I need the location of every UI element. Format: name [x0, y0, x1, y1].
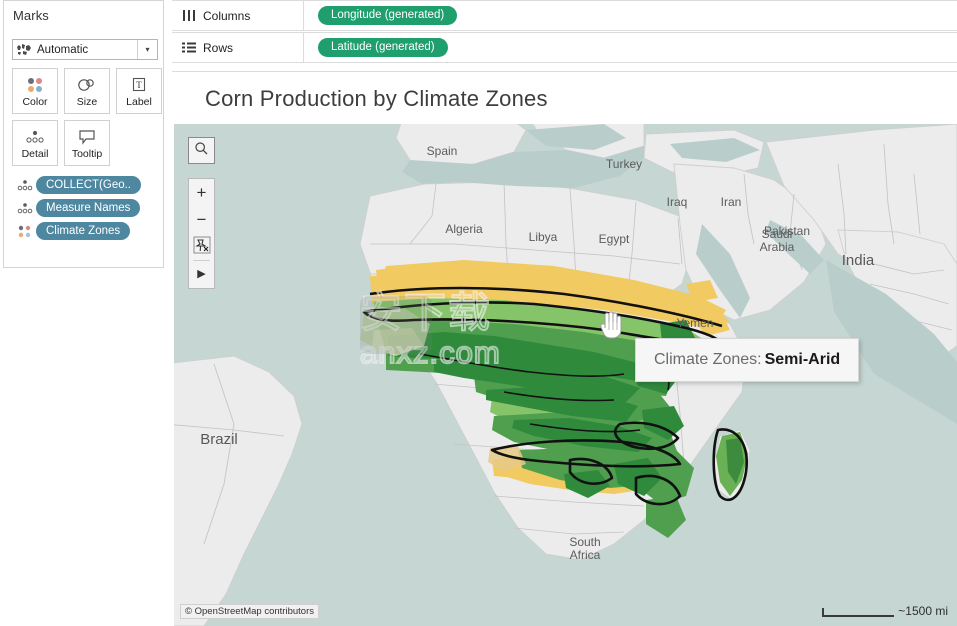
- detail-dots-icon: [14, 178, 36, 193]
- rows-label-text: Rows: [203, 41, 233, 55]
- map-view[interactable]: Spain Turkey Iraq Iran Pakistan Algeria …: [174, 124, 957, 626]
- hand-pointer-cursor: [598, 308, 624, 345]
- map-expand-button[interactable]: ▶: [189, 261, 214, 288]
- tooltip-key: Climate Zones:: [654, 351, 762, 369]
- columns-icon: [181, 10, 196, 21]
- mark-type-label: Automatic: [35, 44, 137, 56]
- tooltip-bubble-icon: [77, 126, 97, 147]
- map-scalebar: ~1500 mi: [822, 605, 948, 617]
- marks-card-title: Marks: [4, 1, 163, 23]
- tableau-worksheet: Marks Automatic ▾: [0, 0, 957, 626]
- tooltip-button-label: Tooltip: [72, 149, 102, 160]
- label-button[interactable]: T Label: [116, 68, 162, 114]
- pill-longitude[interactable]: Longitude (generated): [318, 6, 457, 25]
- color-dots-icon: [14, 224, 36, 239]
- search-icon: [194, 141, 209, 161]
- unpin-button[interactable]: [189, 233, 214, 260]
- size-button[interactable]: Size: [64, 68, 110, 114]
- detail-dots-icon: [14, 201, 36, 216]
- scalebar-line: [822, 608, 894, 617]
- label-T-icon: T: [130, 74, 148, 95]
- rows-shelf-label: Rows: [172, 33, 304, 62]
- color-button-label: Color: [22, 97, 47, 108]
- columns-label-text: Columns: [203, 9, 250, 23]
- marks-card: Marks Automatic ▾: [3, 0, 164, 268]
- pill-climate-zones[interactable]: Climate Zones: [36, 222, 130, 240]
- map-marks-icon: [13, 43, 35, 56]
- marks-pill-row[interactable]: COLLECT(Geo..: [14, 175, 141, 195]
- shelf-divider: [172, 63, 957, 72]
- tooltip-value: Semi-Arid: [765, 351, 841, 369]
- pill-collect-geo[interactable]: COLLECT(Geo..: [36, 176, 141, 194]
- viz-title[interactable]: Corn Production by Climate Zones: [172, 73, 957, 124]
- pill-latitude[interactable]: Latitude (generated): [318, 38, 448, 57]
- map-zoom-controls[interactable]: + − ▶: [188, 178, 215, 289]
- columns-shelf-label: Columns: [172, 1, 304, 30]
- columns-shelf[interactable]: Columns Longitude (generated): [172, 0, 957, 31]
- tooltip-button[interactable]: Tooltip: [64, 120, 110, 166]
- label-button-label: Label: [126, 97, 152, 108]
- zoom-in-button[interactable]: +: [189, 179, 214, 206]
- color-button[interactable]: Color: [12, 68, 58, 114]
- marks-shelf-buttons: Color Size T: [12, 68, 162, 172]
- detail-button[interactable]: Detail: [12, 120, 58, 166]
- rows-icon: [181, 42, 196, 53]
- marks-pill-row[interactable]: Climate Zones: [14, 221, 141, 241]
- marks-pill-list: COLLECT(Geo.. Measure Names: [14, 175, 141, 244]
- size-button-label: Size: [77, 97, 97, 108]
- map-search-button[interactable]: [188, 137, 215, 164]
- scalebar-label: ~1500 mi: [898, 605, 948, 617]
- color-dots-icon: [25, 74, 45, 95]
- marks-pill-row[interactable]: Measure Names: [14, 198, 141, 218]
- detail-dots-icon: [24, 126, 46, 147]
- chevron-down-icon[interactable]: ▾: [137, 40, 157, 59]
- page-title: Corn Production by Climate Zones: [205, 86, 548, 112]
- rows-shelf[interactable]: Rows Latitude (generated): [172, 32, 957, 63]
- map-tooltip: Climate Zones: Semi-Arid: [635, 338, 859, 382]
- svg-text:T: T: [136, 80, 142, 90]
- detail-button-label: Detail: [22, 149, 49, 160]
- zoom-out-button[interactable]: −: [189, 206, 214, 233]
- pill-measure-names[interactable]: Measure Names: [36, 199, 140, 217]
- osm-attribution[interactable]: © OpenStreetMap contributors: [180, 604, 319, 619]
- unpin-icon: [193, 236, 211, 257]
- mark-type-selector[interactable]: Automatic ▾: [12, 39, 158, 60]
- size-circles-icon: [76, 74, 98, 95]
